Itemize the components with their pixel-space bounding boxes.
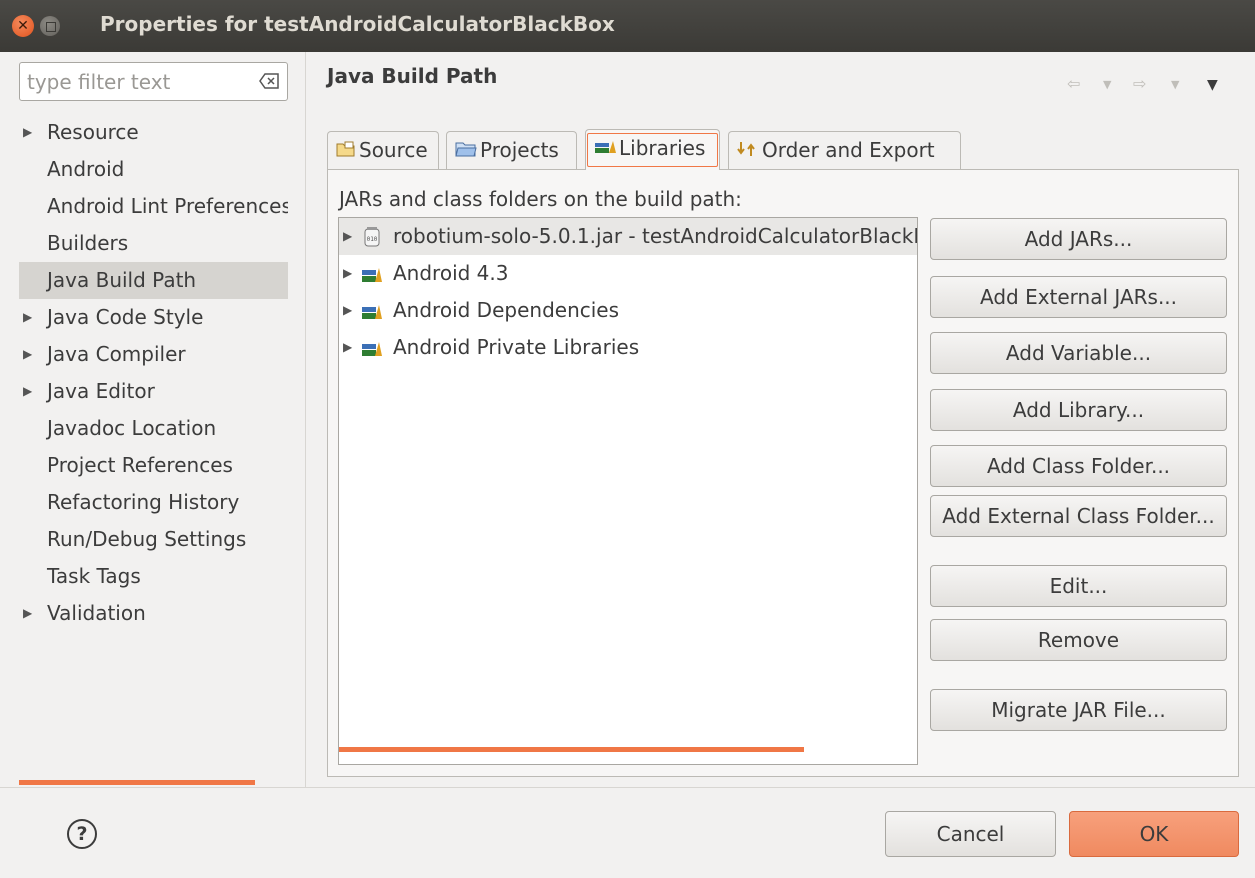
expand-arrow-icon[interactable]: ▶: [343, 329, 352, 366]
back-menu-icon[interactable]: ▼: [1103, 78, 1111, 91]
sidebar-item-java-build-path[interactable]: Java Build Path: [19, 262, 288, 299]
page-title: Java Build Path: [327, 64, 498, 88]
history-navigation: ⇦ ▼ ⇨ ▼ ▼: [1067, 74, 1237, 98]
sidebar-item-label: Android: [47, 157, 125, 181]
add-class-folder-button[interactable]: Add Class Folder...: [930, 445, 1227, 487]
property-tree: ▶ Resource Android Android Lint Preferenc…: [0, 114, 306, 632]
properties-sidebar: ▶ Resource Android Android Lint Preferenc…: [0, 52, 306, 787]
sidebar-item-java-editor[interactable]: ▶ Java Editor: [0, 373, 306, 410]
sidebar-item-label: Java Code Style: [47, 305, 204, 329]
projects-folder-icon: [455, 132, 477, 168]
library-item-android-private-libraries[interactable]: ▶ Android Private Libraries: [339, 329, 917, 366]
sidebar-item-label: Run/Debug Settings: [47, 527, 247, 551]
sidebar-item-javadoc-location[interactable]: Javadoc Location: [0, 410, 306, 447]
expand-arrow-icon[interactable]: ▶: [343, 218, 352, 255]
add-variable-button[interactable]: Add Variable...: [930, 332, 1227, 374]
cancel-button[interactable]: Cancel: [885, 811, 1056, 857]
window-title: Properties for testAndroidCalculatorBlac…: [100, 12, 615, 36]
add-external-class-folder-button[interactable]: Add External Class Folder...: [930, 495, 1227, 537]
forward-menu-icon[interactable]: ▼: [1171, 78, 1179, 91]
sidebar-item-builders[interactable]: Builders: [0, 225, 306, 262]
expand-arrow-icon[interactable]: ▶: [343, 292, 352, 329]
remove-button[interactable]: Remove: [930, 619, 1227, 661]
sidebar-item-label: Android Lint Preferences: [47, 194, 288, 218]
close-window-icon[interactable]: ✕: [12, 15, 34, 37]
library-icon: [362, 305, 382, 319]
sidebar-item-java-compiler[interactable]: ▶ Java Compiler: [0, 336, 306, 373]
order-export-icon: [737, 132, 759, 168]
edit-button[interactable]: Edit...: [930, 565, 1227, 607]
tab-order-and-export[interactable]: Order and Export: [728, 131, 961, 169]
sidebar-item-label: Java Compiler: [47, 342, 186, 366]
sidebar-item-android[interactable]: Android: [0, 151, 306, 188]
library-icon: [362, 268, 382, 282]
minimize-window-icon[interactable]: [40, 16, 60, 36]
filter-box[interactable]: [19, 62, 288, 101]
tab-label: Source: [359, 138, 428, 162]
tab-libraries[interactable]: Libraries: [585, 129, 720, 170]
library-tree[interactable]: ▶ 010 robotium-solo-5.0.1.jar - testAndr…: [338, 217, 918, 765]
library-label: Android Private Libraries: [393, 335, 640, 359]
sidebar-item-run-debug-settings[interactable]: Run/Debug Settings: [0, 521, 306, 558]
libraries-icon: [594, 130, 616, 166]
libraries-panel: JARs and class folders on the build path…: [327, 169, 1239, 777]
sidebar-item-refactoring-history[interactable]: Refactoring History: [0, 484, 306, 521]
library-item-robotium[interactable]: ▶ 010 robotium-solo-5.0.1.jar - testAndr…: [339, 218, 917, 255]
library-icon: [362, 342, 382, 356]
svg-text:010: 010: [367, 236, 378, 243]
expand-arrow-icon[interactable]: ▶: [23, 373, 32, 410]
filter-input[interactable]: [25, 63, 245, 100]
library-label: Android Dependencies: [393, 298, 620, 322]
sidebar-item-resource[interactable]: ▶ Resource: [0, 114, 306, 151]
expand-arrow-icon[interactable]: ▶: [343, 255, 352, 292]
add-jars-button[interactable]: Add JARs...: [930, 218, 1227, 260]
sidebar-item-label: Validation: [47, 601, 146, 625]
sidebar-scroll-indicator: [19, 780, 255, 785]
sidebar-item-validation[interactable]: ▶ Validation: [0, 595, 306, 632]
migrate-jar-button[interactable]: Migrate JAR File...: [930, 689, 1227, 731]
expand-arrow-icon[interactable]: ▶: [23, 114, 32, 151]
tab-label: Libraries: [619, 136, 706, 160]
tab-projects[interactable]: Projects: [446, 131, 577, 169]
title-bar: ✕ Properties for testAndroidCalculatorBl…: [0, 0, 1255, 52]
jar-icon: 010: [364, 227, 380, 247]
tab-source[interactable]: Source: [327, 131, 439, 169]
horizontal-scroll-indicator[interactable]: [339, 747, 804, 752]
sidebar-item-task-tags[interactable]: Task Tags: [0, 558, 306, 595]
add-library-button[interactable]: Add Library...: [930, 389, 1227, 431]
sidebar-item-label: Builders: [47, 231, 129, 255]
help-icon[interactable]: ?: [67, 819, 97, 849]
sidebar-item-label: Javadoc Location: [47, 416, 217, 440]
sidebar-item-label: Java Build Path: [47, 268, 197, 292]
view-menu-icon[interactable]: ▼: [1207, 77, 1218, 93]
source-folder-icon: [336, 132, 356, 168]
sidebar-item-label: Java Editor: [47, 379, 155, 403]
tab-label: Order and Export: [762, 138, 935, 162]
sidebar-item-label: Resource: [47, 120, 139, 144]
tab-label: Projects: [480, 138, 559, 162]
sidebar-item-project-references[interactable]: Project References: [0, 447, 306, 484]
sidebar-item-label: Project References: [47, 453, 233, 477]
sidebar-item-label: Task Tags: [47, 564, 141, 588]
expand-arrow-icon[interactable]: ▶: [23, 595, 32, 632]
library-item-android-dependencies[interactable]: ▶ Android Dependencies: [339, 292, 917, 329]
sidebar-item-label: Refactoring History: [47, 490, 240, 514]
sidebar-item-android-lint[interactable]: Android Lint Preferences: [0, 188, 288, 225]
library-label: robotium-solo-5.0.1.jar - testAndroidCal…: [393, 224, 917, 248]
back-arrow-icon[interactable]: ⇦: [1067, 74, 1080, 93]
library-label: Android 4.3: [393, 261, 509, 285]
expand-arrow-icon[interactable]: ▶: [23, 336, 32, 373]
build-path-label: JARs and class folders on the build path…: [339, 187, 742, 211]
sidebar-item-java-code-style[interactable]: ▶ Java Code Style: [0, 299, 306, 336]
forward-arrow-icon[interactable]: ⇨: [1133, 74, 1146, 93]
add-external-jars-button[interactable]: Add External JARs...: [930, 276, 1227, 318]
expand-arrow-icon[interactable]: ▶: [23, 299, 32, 336]
ok-button[interactable]: OK: [1069, 811, 1239, 857]
footer-divider: [0, 787, 1255, 788]
library-item-android-4-3[interactable]: ▶ Android 4.3: [339, 255, 917, 292]
clear-filter-icon[interactable]: [259, 73, 279, 89]
